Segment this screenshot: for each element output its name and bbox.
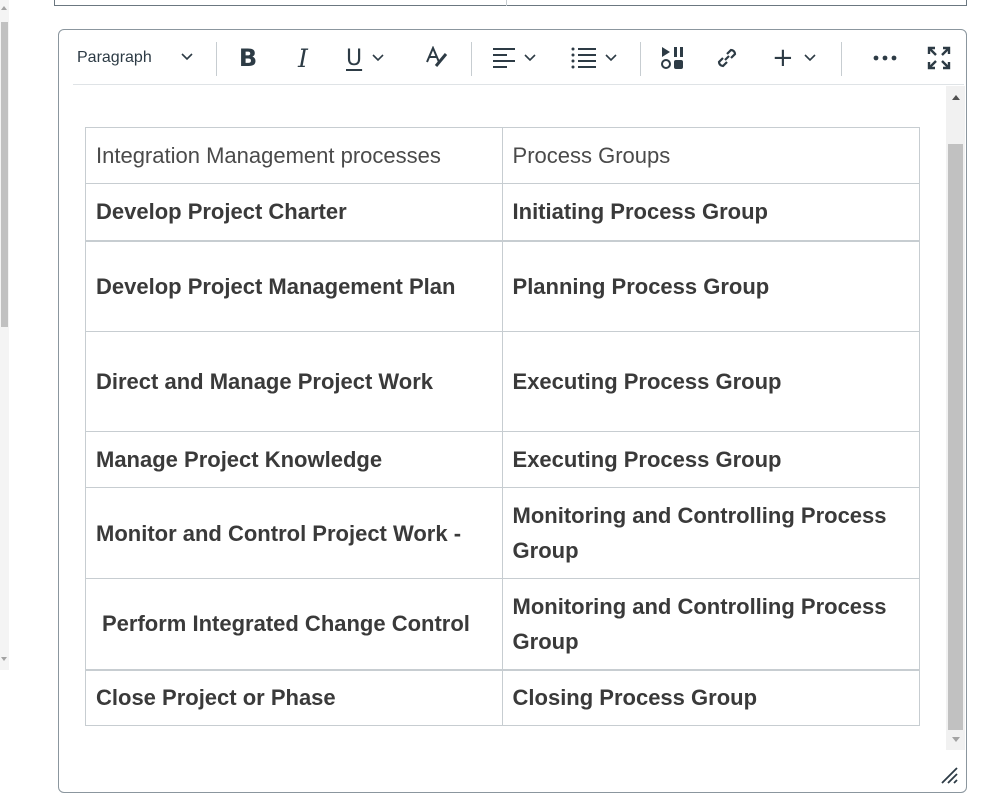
page-scrollbar[interactable]: [0, 0, 9, 670]
media-button[interactable]: [658, 43, 688, 73]
text-color-icon: [424, 46, 450, 70]
table-cell[interactable]: Manage Project Knowledge: [85, 431, 503, 488]
scrollbar-thumb[interactable]: [1, 22, 8, 327]
table-row: Develop Project Charter Initiating Proce…: [85, 183, 921, 242]
previous-table-fragment: [54, 0, 967, 6]
scroll-down-arrow[interactable]: [1, 657, 7, 661]
chevron-down-icon: [181, 53, 193, 61]
media-icon: [660, 45, 686, 71]
table-row: Close Project or Phase Closing Process G…: [85, 669, 921, 726]
block-format-label: Paragraph: [77, 49, 152, 66]
table-row: Monitor and Control Project Work - Monit…: [85, 487, 921, 579]
previous-table-divider: [506, 0, 507, 6]
table-cell[interactable]: Develop Project Charter: [85, 183, 503, 242]
table-cell[interactable]: Develop Project Management Plan: [85, 240, 503, 332]
bold-button[interactable]: B: [232, 43, 264, 73]
resize-handle-icon[interactable]: [939, 765, 959, 785]
table-cell[interactable]: Planning Process Group: [501, 240, 921, 332]
chevron-down-icon: [524, 54, 536, 62]
table-cell[interactable]: Monitor and Control Project Work -: [85, 487, 503, 579]
table-cell[interactable]: Closing Process Group: [501, 669, 921, 726]
toolbar-separator: [216, 42, 217, 76]
plus-icon: +: [772, 43, 794, 73]
table-row: Develop Project Management Plan Planning…: [85, 240, 921, 332]
table-cell[interactable]: Monitoring and Controlling Process Group: [501, 578, 921, 671]
fullscreen-button[interactable]: [924, 43, 954, 73]
table-cell[interactable]: Executing Process Group: [501, 431, 921, 488]
scrollbar-thumb[interactable]: [948, 144, 963, 730]
table-cell[interactable]: Executing Process Group: [501, 331, 921, 432]
link-icon: [714, 45, 740, 71]
editor-content-area[interactable]: Integration Management processes Process…: [60, 86, 965, 792]
toolbar-separator: [471, 42, 472, 76]
table-row: Perform Integrated Change Control Monito…: [85, 578, 921, 671]
link-button[interactable]: [712, 43, 742, 73]
header-cell-group[interactable]: Process Groups: [501, 127, 921, 184]
table-header-row: Integration Management processes Process…: [85, 127, 921, 184]
toolbar-separator: [640, 42, 641, 76]
align-button[interactable]: [492, 43, 544, 73]
chevron-down-icon: [804, 54, 816, 62]
table-row: Direct and Manage Project Work Executing…: [85, 331, 921, 432]
underline-button[interactable]: U: [346, 43, 400, 73]
table-cell[interactable]: Close Project or Phase: [85, 669, 503, 726]
block-format-dropdown[interactable]: Paragraph: [77, 43, 202, 73]
editor-scrollbar[interactable]: [946, 86, 965, 750]
italic-button[interactable]: I: [288, 43, 318, 73]
list-button[interactable]: [571, 43, 625, 73]
editor-toolbar: Paragraph B I U +: [60, 31, 965, 85]
scroll-up-arrow[interactable]: [1, 6, 7, 10]
table-row: Manage Project Knowledge Executing Proce…: [85, 431, 921, 488]
chevron-down-icon: [605, 54, 617, 62]
header-cell-process[interactable]: Integration Management processes: [85, 127, 503, 184]
underline-icon: U: [346, 45, 363, 71]
bold-icon: B: [238, 44, 258, 72]
table-cell-text: Perform Integrated Change Control: [102, 611, 470, 637]
table-cell[interactable]: Initiating Process Group: [501, 183, 921, 242]
table-cell[interactable]: Perform Integrated Change Control: [85, 578, 503, 671]
scroll-down-arrow[interactable]: [952, 737, 960, 742]
table-cell[interactable]: Direct and Manage Project Work: [85, 331, 503, 432]
text-color-button[interactable]: [422, 43, 452, 73]
align-left-icon: [492, 47, 516, 69]
rich-text-editor: Paragraph B I U + Integration Management…: [58, 29, 967, 793]
table-cell[interactable]: Monitoring and Controlling Process Group: [501, 487, 921, 579]
process-table[interactable]: Integration Management processes Process…: [85, 127, 921, 726]
toolbar-separator: [841, 42, 842, 76]
more-icon: [873, 55, 897, 61]
more-button[interactable]: [868, 43, 902, 73]
scroll-up-arrow[interactable]: [952, 95, 960, 100]
bulleted-list-icon: [571, 47, 597, 69]
chevron-down-icon: [372, 54, 384, 62]
fullscreen-icon: [927, 46, 951, 70]
insert-button[interactable]: +: [772, 43, 824, 73]
italic-icon: I: [298, 43, 308, 73]
toolbar-divider: [73, 84, 964, 85]
